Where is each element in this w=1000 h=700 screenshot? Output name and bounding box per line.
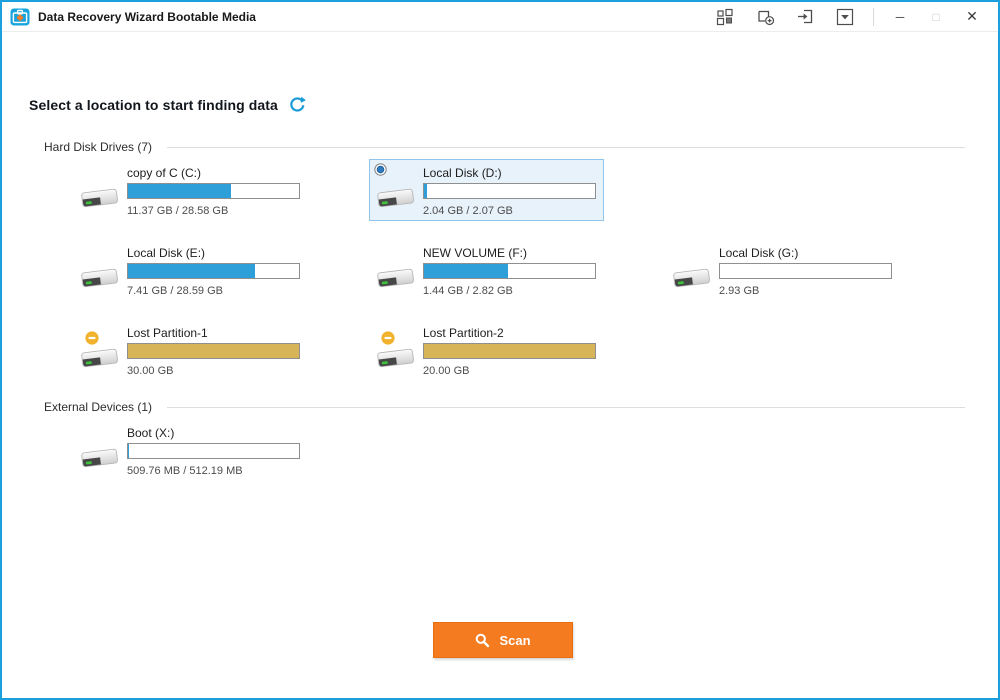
hard-drive-icon: [77, 262, 121, 292]
capacity-bar: [127, 263, 300, 279]
capacity-bar-fill: [128, 264, 255, 278]
titlebar-actions: ─ □ ✕: [705, 2, 998, 31]
drive-tile[interactable]: copy of C (C:) 11.37 GB / 28.58 GB: [73, 159, 308, 221]
refresh-icon[interactable]: [289, 96, 306, 113]
capacity-bar-fill: [128, 344, 299, 358]
section-label: External Devices (1): [44, 400, 152, 414]
capacity-bar: [127, 443, 300, 459]
drive-size: 7.41 GB / 28.59 GB: [127, 285, 223, 297]
capacity-bar: [127, 183, 300, 199]
hard-disk-grid: copy of C (C:) 11.37 GB / 28.58 GB Local D…: [73, 159, 900, 381]
page-title: Select a location to start finding data: [29, 97, 278, 113]
capacity-bar: [127, 343, 300, 359]
hard-drive-icon: [77, 342, 121, 372]
lost-badge-icon: [85, 331, 99, 345]
apps-grid-icon: [716, 8, 734, 26]
capacity-bar-fill: [424, 184, 427, 198]
drive-name: NEW VOLUME (F:): [423, 246, 527, 260]
section-header-external: External Devices (1): [44, 400, 965, 414]
drive-size: 1.44 GB / 2.82 GB: [423, 285, 513, 297]
drive-size: 2.93 GB: [719, 285, 759, 297]
drive-size: 2.04 GB / 2.07 GB: [423, 205, 513, 217]
section-divider: [167, 407, 965, 408]
drive-size: 30.00 GB: [127, 365, 173, 377]
drive-name: Boot (X:): [127, 426, 174, 440]
drive-size: 509.76 MB / 512.19 MB: [127, 465, 243, 477]
radio-selected-icon[interactable]: [374, 163, 387, 176]
drive-tile[interactable]: Local Disk (G:) 2.93 GB: [665, 239, 900, 301]
drive-tile[interactable]: NEW VOLUME (F:) 1.44 GB / 2.82 GB: [369, 239, 604, 301]
drive-tile[interactable]: Boot (X:) 509.76 MB / 512.19 MB: [73, 419, 308, 481]
search-icon: [475, 633, 490, 648]
hard-drive-icon: [669, 262, 713, 292]
titlebar-separator: [873, 8, 874, 26]
hard-drive-icon: [373, 262, 417, 292]
drive-tile[interactable]: Lost Partition-1 30.00 GB: [73, 319, 308, 381]
scan-button-label: Scan: [499, 633, 530, 648]
capacity-bar: [423, 183, 596, 199]
capacity-bar-fill: [128, 444, 129, 458]
drive-tile[interactable]: Local Disk (E:) 7.41 GB / 28.59 GB: [73, 239, 308, 301]
drive-tile[interactable]: Local Disk (D:) 2.04 GB / 2.07 GB: [369, 159, 604, 221]
capacity-bar: [423, 343, 596, 359]
lost-badge-icon: [381, 331, 395, 345]
section-header-hard-disks: Hard Disk Drives (7): [44, 140, 965, 154]
app-window: Data Recovery Wizard Bootable Media: [0, 0, 1000, 700]
capacity-bar-fill: [424, 264, 508, 278]
section-label: Hard Disk Drives (7): [44, 140, 152, 154]
close-button[interactable]: ✕: [954, 2, 990, 31]
drive-name: Lost Partition-1: [127, 326, 208, 340]
titlebar: Data Recovery Wizard Bootable Media: [2, 2, 998, 32]
add-device-button[interactable]: [745, 2, 785, 31]
capacity-bar-fill: [424, 344, 595, 358]
external-devices-grid: Boot (X:) 509.76 MB / 512.19 MB: [73, 419, 900, 481]
page-header: Select a location to start finding data: [29, 96, 306, 113]
hard-drive-icon: [77, 442, 121, 472]
window-title: Data Recovery Wizard Bootable Media: [38, 10, 256, 24]
drive-name: Local Disk (D:): [423, 166, 502, 180]
drive-size: 20.00 GB: [423, 365, 469, 377]
section-divider: [167, 147, 965, 148]
add-device-icon: [756, 7, 775, 26]
import-icon: [796, 7, 815, 26]
capacity-bar-fill: [128, 184, 231, 198]
drive-size: 11.37 GB / 28.58 GB: [127, 205, 228, 217]
drive-tile[interactable]: Lost Partition-2 20.00 GB: [369, 319, 604, 381]
capacity-bar: [719, 263, 892, 279]
drive-name: copy of C (C:): [127, 166, 201, 180]
hard-drive-icon: [77, 182, 121, 212]
import-button[interactable]: [785, 2, 825, 31]
drive-name: Local Disk (G:): [719, 246, 798, 260]
apps-grid-button[interactable]: [705, 2, 745, 31]
menu-dropdown-icon: [836, 8, 854, 26]
drive-name: Local Disk (E:): [127, 246, 205, 260]
app-logo-icon: [10, 7, 30, 27]
capacity-bar: [423, 263, 596, 279]
menu-dropdown-button[interactable]: [825, 2, 865, 31]
minimize-button[interactable]: ─: [882, 2, 918, 31]
hard-drive-icon: [373, 182, 417, 212]
hard-drive-icon: [373, 342, 417, 372]
drive-name: Lost Partition-2: [423, 326, 504, 340]
maximize-button: □: [918, 2, 954, 31]
scan-button[interactable]: Scan: [433, 622, 573, 658]
